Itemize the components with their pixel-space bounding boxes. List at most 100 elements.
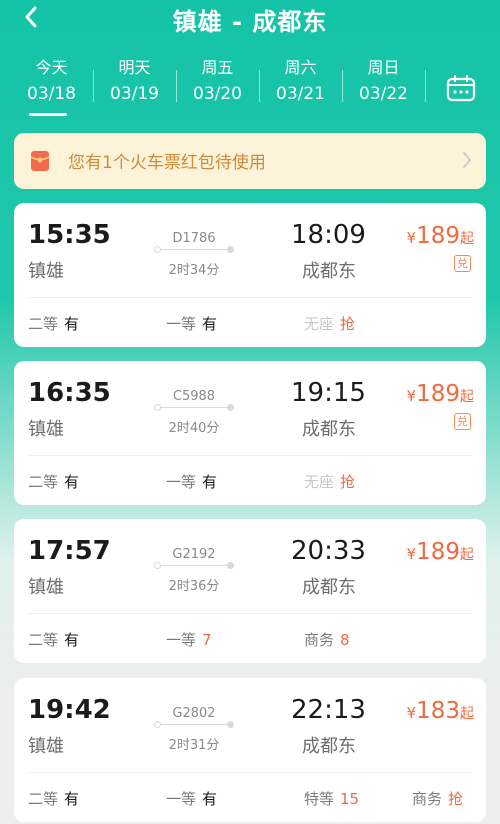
seat-availability: 特等 15: [304, 788, 359, 809]
arrival-station: 成都东: [302, 261, 356, 282]
currency-symbol: ¥: [406, 229, 417, 247]
grab-ticket-label[interactable]: 抢: [340, 315, 355, 333]
seat-class: 一等: [166, 315, 197, 333]
price-suffix: 起: [460, 231, 474, 247]
calendar-button[interactable]: [438, 70, 484, 106]
seat-class: 二等: [28, 473, 59, 491]
date-weekday: 周六: [284, 58, 317, 77]
price: ¥ 189 起: [407, 223, 474, 249]
train-card[interactable]: 19:42 镇雄 G2802 2时31分 22:13 成都东 ¥ 183 起 二…: [14, 678, 486, 822]
seat-count: 有: [64, 473, 80, 491]
date-tab-4[interactable]: 周日 03/22: [342, 58, 425, 122]
seat-class: 特等: [304, 790, 335, 808]
travel-duration: 2时34分: [168, 263, 220, 278]
grab-ticket-label[interactable]: 抢: [340, 473, 355, 491]
date-value: 03/21: [276, 84, 325, 104]
selected-date-underline: [29, 113, 67, 116]
seat-availability: 无座抢: [304, 313, 355, 334]
departure-station: 镇雄: [28, 736, 64, 757]
currency-symbol: ¥: [406, 387, 417, 405]
seat-class: 一等: [166, 790, 197, 808]
date-weekday: 周五: [201, 58, 234, 77]
seat-class: 商务: [304, 631, 335, 649]
arrival-time: 22:13: [291, 695, 366, 725]
travel-duration: 2时40分: [168, 421, 220, 436]
arrival-station: 成都东: [302, 577, 356, 598]
seat-class: 二等: [28, 631, 59, 649]
card-divider: [28, 613, 472, 614]
route-line: [154, 562, 234, 570]
date-weekday: 明天: [118, 58, 151, 77]
date-tab-0[interactable]: 今天 03/18: [10, 58, 93, 122]
departure-station: 镇雄: [28, 419, 64, 440]
seat-class: 无座: [304, 315, 335, 333]
seat-class: 无座: [304, 473, 335, 491]
date-weekday: 周日: [367, 58, 400, 77]
exchange-badge: 兑: [454, 255, 471, 272]
seat-availability: 一等有: [166, 471, 217, 492]
arrival-station: 成都东: [302, 419, 356, 440]
seat-count: 7: [202, 631, 212, 649]
card-divider: [28, 455, 472, 456]
price: ¥ 189 起: [407, 539, 474, 565]
red-packet-icon: [30, 151, 50, 171]
card-divider: [28, 297, 472, 298]
date-tab-2[interactable]: 周五 03/20: [176, 58, 259, 122]
train-number: G2802: [172, 706, 216, 721]
chevron-right-icon: [463, 152, 472, 168]
red-packet-text: 您有1个火车票红包待使用: [68, 153, 266, 173]
date-value: 03/18: [27, 84, 76, 104]
train-card[interactable]: 16:35 镇雄 C5988 2时40分 19:15 成都东 ¥ 189 起 兑…: [14, 361, 486, 505]
date-tab-1[interactable]: 明天 03/19: [93, 58, 176, 122]
seat-availability: 二等有: [28, 788, 79, 809]
price-value: 189: [416, 381, 460, 407]
arrival-station: 成都东: [302, 736, 356, 757]
currency-symbol: ¥: [406, 545, 417, 563]
seat-count: 有: [202, 315, 218, 333]
train-card[interactable]: 15:35 镇雄 D1786 2时34分 18:09 成都东 ¥ 189 起 兑…: [14, 203, 486, 347]
departure-time: 17:57: [28, 536, 111, 566]
departure-station: 镇雄: [28, 261, 64, 282]
route-line: [154, 404, 234, 412]
date-value: 03/22: [359, 84, 408, 104]
seat-count: 15: [340, 790, 360, 808]
price-suffix: 起: [460, 389, 474, 405]
seat-class: 二等: [28, 315, 59, 333]
date-tab-3[interactable]: 周六 03/21: [259, 58, 342, 122]
date-divider: [425, 70, 426, 102]
price: ¥ 189 起: [407, 381, 474, 407]
arrival-time: 19:15: [291, 378, 366, 408]
seat-count: 有: [64, 790, 80, 808]
date-value: 03/19: [110, 84, 159, 104]
departure-time: 19:42: [28, 695, 111, 725]
seat-availability: 商务抢: [412, 788, 463, 809]
price: ¥ 183 起: [407, 698, 474, 724]
exchange-badge: 兑: [454, 413, 471, 430]
seat-availability: 一等有: [166, 788, 217, 809]
seat-availability: 二等有: [28, 629, 79, 650]
departure-time: 15:35: [28, 220, 111, 250]
price-value: 189: [416, 223, 460, 249]
seat-availability: 无座抢: [304, 471, 355, 492]
seat-availability: 二等有: [28, 313, 79, 334]
route-line: [154, 721, 234, 729]
arrival-time: 20:33: [291, 536, 366, 566]
price-suffix: 起: [460, 547, 474, 563]
calendar-icon: [446, 74, 476, 102]
train-card[interactable]: 17:57 镇雄 G2192 2时36分 20:33 成都东 ¥ 189 起 二…: [14, 519, 486, 663]
travel-duration: 2时36分: [168, 579, 220, 594]
seat-availability: 商务 8: [304, 629, 350, 650]
card-divider: [28, 772, 472, 773]
seat-count: 有: [202, 473, 218, 491]
seat-count: 有: [202, 790, 218, 808]
route-line: [154, 246, 234, 254]
seat-class: 一等: [166, 631, 197, 649]
red-packet-banner[interactable]: 您有1个火车票红包待使用: [14, 133, 486, 189]
train-number: C5988: [172, 389, 216, 404]
train-number: G2192: [172, 547, 216, 562]
seat-class: 一等: [166, 473, 197, 491]
seat-availability: 一等有: [166, 313, 217, 334]
price-suffix: 起: [460, 706, 474, 722]
grab-ticket-label[interactable]: 抢: [448, 790, 463, 808]
seat-class: 商务: [412, 790, 443, 808]
